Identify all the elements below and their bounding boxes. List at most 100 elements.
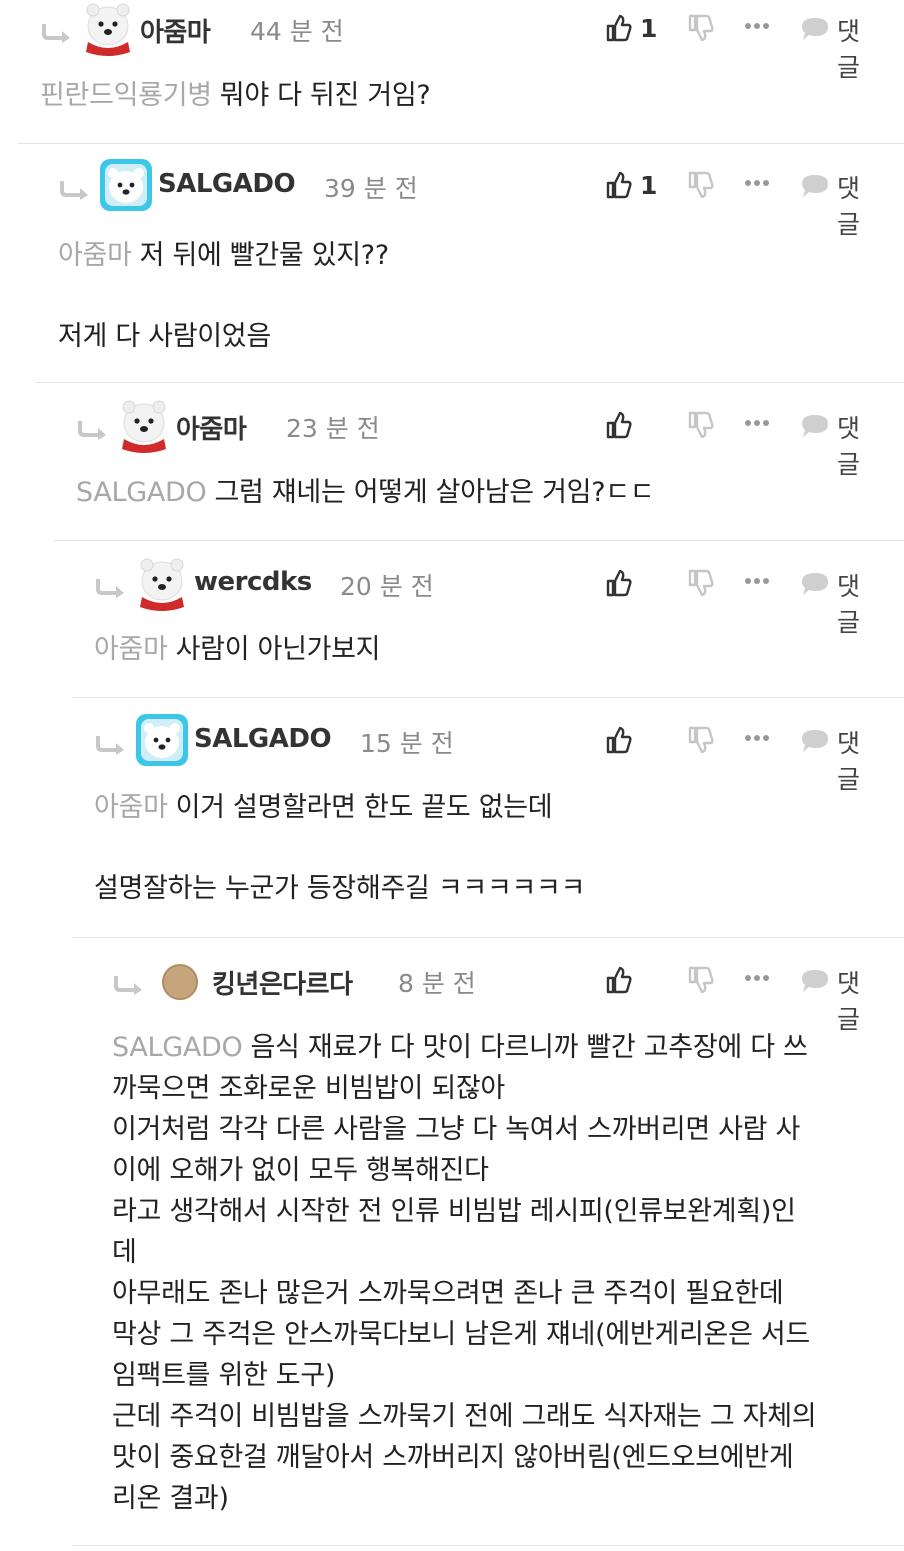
- comment-line: 막상 그 주걱은 안스까묵다보니 남은게 쟤네(에반게리온은 서드: [112, 1319, 810, 1350]
- comment-header: 킹년은다르다 8 분 전 댓글: [112, 952, 904, 1034]
- comment-header: wercdks 20 분 전 댓글: [94, 555, 904, 637]
- more-options-button[interactable]: [744, 960, 772, 1000]
- reply-button[interactable]: 댓글: [800, 960, 882, 1034]
- like-button[interactable]: [606, 563, 662, 603]
- comment-line: 이거처럼 각각 다른 사람을 그냥 다 녹여서 스까버리면 사람 사: [112, 1114, 801, 1145]
- mention-tag[interactable]: SALGADO: [112, 1032, 243, 1063]
- comment-body: SALGADO 그럼 쟤네는 어떻게 살아남은 거임?ㄷㄷ: [76, 472, 882, 513]
- comment-text: 사람이 아닌가보지: [175, 634, 381, 665]
- comment-line: 근데 주걱이 비빔밥을 스까묵기 전에 그래도 식자재는 그 자체의: [112, 1401, 817, 1432]
- thumbs-down-icon: [688, 411, 714, 439]
- speech-bubble-icon: [802, 970, 828, 992]
- comment-line: 까묵으면 조화로운 비빔밥이 되잖아: [112, 1073, 505, 1104]
- comment-actions: 댓글: [112, 960, 882, 1034]
- dislike-button[interactable]: [688, 960, 716, 1000]
- divider: [72, 697, 904, 698]
- thumbs-up-icon: [606, 411, 632, 439]
- comment-actions: 1 댓글: [40, 8, 882, 82]
- thumbs-up-icon: [606, 14, 632, 42]
- reply-button[interactable]: 댓글: [800, 405, 882, 479]
- thumbs-up-icon: [606, 966, 632, 994]
- comment-body: 아줌마 저 뒤에 빨간물 있지?? 저게 다 사람이었음: [58, 235, 882, 357]
- comment-text: 뭐야 다 뒤진 거임?: [219, 80, 431, 111]
- comment-body: SALGADO 음식 재료가 다 맛이 다르니까 빨간 고추장에 다 쓰 까묵으면…: [112, 1027, 882, 1519]
- comment-text: 음식 재료가 다 맛이 다르니까 빨간 고추장에 다 쓰: [250, 1032, 808, 1063]
- comment-body: 핀란드익룡기병 뭐야 다 뒤진 거임?: [40, 75, 882, 116]
- comment-line: 아줌마 저 뒤에 빨간물 있지??: [58, 235, 882, 276]
- thumbs-down-icon: [688, 14, 714, 42]
- dislike-button[interactable]: [688, 8, 716, 48]
- comment-header: SALGADO 39 분 전 1 댓글: [58, 157, 904, 239]
- mention-tag[interactable]: SALGADO: [76, 477, 207, 508]
- like-button[interactable]: 1: [606, 165, 662, 205]
- comment-text: 이거 설명할라면 한도 끝도 없는데: [175, 792, 553, 823]
- comment: wercdks 20 분 전 댓글 아줌마 사람이 아닌가보지: [94, 555, 904, 695]
- speech-bubble-icon: [802, 573, 828, 595]
- comment-actions: 댓글: [94, 563, 882, 637]
- mention-tag[interactable]: 아줌마: [94, 634, 168, 665]
- speech-bubble-icon: [802, 730, 828, 752]
- thumbs-down-icon: [688, 171, 714, 199]
- like-button[interactable]: [606, 720, 662, 760]
- like-button[interactable]: [606, 960, 662, 1000]
- mention-tag[interactable]: 아줌마: [94, 792, 168, 823]
- comment: 아줌마 44 분 전 1 댓글 핀란드익룡기병 뭐야 다 뒤진 거임?: [40, 0, 904, 140]
- more-options-button[interactable]: [744, 165, 772, 205]
- divider: [72, 937, 904, 938]
- comment-text: 저 뒤에 빨간물 있지??: [139, 240, 390, 271]
- comment-actions: 댓글: [94, 720, 882, 794]
- comment-line: 데: [112, 1237, 137, 1268]
- like-button[interactable]: [606, 405, 662, 445]
- more-dots-icon: [745, 578, 769, 584]
- mention-tag[interactable]: 핀란드익룡기병: [40, 80, 212, 111]
- mention-tag[interactable]: 아줌마: [58, 240, 132, 271]
- reply-button-label: 댓글: [837, 174, 861, 239]
- comment-header: SALGADO 15 분 전 댓글: [94, 712, 904, 794]
- thumbs-up-icon: [606, 171, 632, 199]
- comment-line: SALGADO 그럼 쟤네는 어떻게 살아남은 거임?ㄷㄷ: [76, 472, 882, 513]
- comment-line: 라고 생각해서 시작한 전 인류 비빔밥 레시피(인류보완계획)인: [112, 1196, 796, 1227]
- reply-button-label: 댓글: [837, 17, 861, 82]
- comment: SALGADO 15 분 전 댓글 아줌마 이거 설명할라면 한도 끝도 없는데 …: [94, 712, 904, 932]
- comment-header: 아줌마 23 분 전 댓글: [76, 397, 904, 479]
- comment-line: 맛이 중요한걸 깨달아서 스까버리지 않아버림(엔드오브에반게: [112, 1442, 794, 1473]
- divider: [54, 540, 904, 541]
- comment-actions: 1 댓글: [58, 165, 882, 239]
- dislike-button[interactable]: [688, 165, 716, 205]
- more-dots-icon: [745, 735, 769, 741]
- more-dots-icon: [745, 420, 769, 426]
- reply-button-label: 댓글: [837, 729, 861, 794]
- more-options-button[interactable]: [744, 563, 772, 603]
- divider: [36, 382, 904, 383]
- more-options-button[interactable]: [744, 8, 772, 48]
- dislike-button[interactable]: [688, 720, 716, 760]
- comment: 킹년은다르다 8 분 전 댓글 SALGADO 음식 재료가 다 맛이 다르니까 …: [112, 952, 904, 1542]
- comment-body: 아줌마 이거 설명할라면 한도 끝도 없는데 설명잘하는 누군가 등장해주길 ㅋㅋ…: [94, 787, 882, 909]
- comment-body: 아줌마 사람이 아닌가보지: [94, 629, 882, 670]
- more-dots-icon: [745, 975, 769, 981]
- dislike-button[interactable]: [688, 405, 716, 445]
- comment-line: 아줌마 사람이 아닌가보지: [94, 629, 882, 670]
- reply-button[interactable]: 댓글: [800, 563, 882, 637]
- dislike-button[interactable]: [688, 563, 716, 603]
- like-count: 1: [640, 171, 658, 200]
- comment-line: 저게 다 사람이었음: [58, 321, 271, 352]
- reply-button[interactable]: 댓글: [800, 165, 882, 239]
- reply-button[interactable]: 댓글: [800, 720, 882, 794]
- more-options-button[interactable]: [744, 405, 772, 445]
- comment-line: 임팩트를 위한 도구): [112, 1360, 336, 1391]
- comment-line: 핀란드익룡기병 뭐야 다 뒤진 거임?: [40, 75, 882, 116]
- thumbs-up-icon: [606, 726, 632, 754]
- comment-actions: 댓글: [76, 405, 882, 479]
- thumbs-down-icon: [688, 726, 714, 754]
- like-button[interactable]: 1: [606, 8, 662, 48]
- more-options-button[interactable]: [744, 720, 772, 760]
- comment-line: 아무래도 존나 많은거 스까묵으려면 존나 큰 주걱이 필요한데: [112, 1278, 784, 1309]
- comment-line: 아줌마 이거 설명할라면 한도 끝도 없는데: [94, 787, 882, 828]
- comment-line: SALGADO 음식 재료가 다 맛이 다르니까 빨간 고추장에 다 쓰: [112, 1027, 882, 1068]
- speech-bubble-icon: [802, 18, 828, 40]
- comment-line: 리온 결과): [112, 1483, 229, 1514]
- speech-bubble-icon: [802, 175, 828, 197]
- reply-button[interactable]: 댓글: [800, 8, 882, 82]
- thumbs-down-icon: [688, 966, 714, 994]
